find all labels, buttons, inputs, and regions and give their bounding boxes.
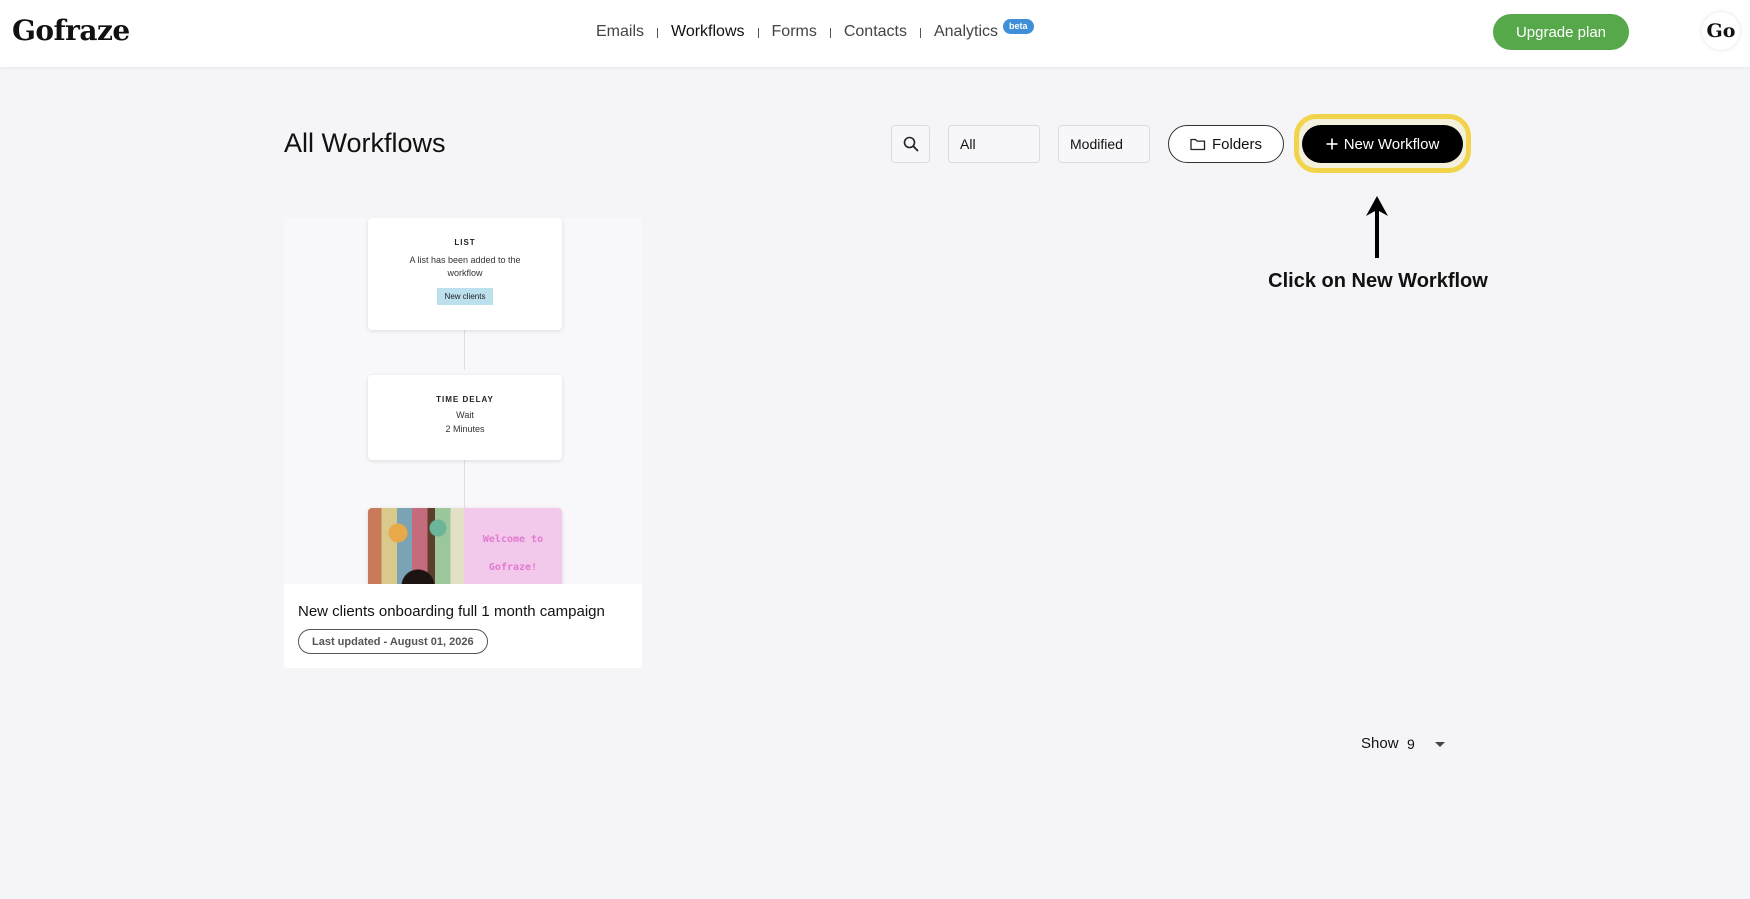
search-icon: [903, 136, 918, 152]
beta-badge: beta: [1003, 19, 1034, 34]
per-page-select[interactable]: 9: [1401, 731, 1447, 757]
nav-separator: [657, 28, 659, 38]
node-delay-line1: Wait: [456, 410, 474, 420]
annotation-text: Click on New Workflow: [1268, 270, 1488, 292]
page-title: All Workflows: [284, 128, 446, 158]
filter-select[interactable]: All: [948, 125, 1040, 163]
nav-separator: [757, 28, 759, 38]
nav-emails[interactable]: Emails: [596, 23, 644, 41]
nav-separator: [919, 28, 921, 38]
plus-icon: [1326, 138, 1338, 150]
node-delay-heading: TIME DELAY: [436, 395, 494, 404]
node-list-heading: LIST: [454, 238, 476, 247]
workflow-preview: LIST A list has been added to the workfl…: [284, 218, 642, 584]
main-nav: Emails Workflows Forms Contacts Analytic…: [596, 19, 1034, 44]
email-welcome-line1: Welcome to: [482, 534, 544, 545]
new-workflow-button[interactable]: New Workflow: [1302, 125, 1463, 163]
logo[interactable]: Gofraze: [12, 14, 130, 47]
email-welcome: Welcome to Gofraze!: [464, 508, 562, 584]
nav-contacts[interactable]: Contacts: [844, 23, 907, 41]
connector-line: [464, 330, 465, 370]
show-label: Show: [1361, 735, 1399, 752]
sort-select-value: Modified: [1070, 136, 1123, 152]
workflow-card[interactable]: LIST A list has been added to the workfl…: [284, 218, 642, 668]
node-list-tag: New clients: [436, 288, 494, 305]
nav-separator: [829, 28, 831, 38]
upgrade-plan-button[interactable]: Upgrade plan: [1493, 14, 1629, 50]
top-bar: Gofraze Emails Workflows Forms Contacts …: [0, 0, 1750, 67]
folder-icon: [1190, 138, 1206, 151]
connector-line: [464, 460, 465, 510]
filter-select-value: All: [960, 136, 976, 152]
nav-forms[interactable]: Forms: [772, 23, 817, 41]
arrow-up-icon: [1366, 196, 1388, 258]
per-page-value: 9: [1407, 736, 1415, 752]
workflow-title[interactable]: New clients onboarding full 1 month camp…: [298, 603, 605, 620]
nav-analytics[interactable]: Analytics beta: [933, 19, 1034, 41]
node-list: LIST A list has been added to the workfl…: [368, 218, 562, 330]
node-delay-line2: 2 Minutes: [445, 424, 485, 434]
nav-workflows[interactable]: Workflows: [671, 23, 745, 41]
search-button[interactable]: [891, 125, 930, 163]
avatar[interactable]: Go: [1702, 12, 1740, 50]
email-photo: [368, 508, 464, 584]
folders-button-label: Folders: [1211, 135, 1263, 153]
node-email: Welcome to Gofraze!: [368, 508, 562, 584]
node-list-text: A list has been added to the workflow: [409, 255, 521, 278]
node-time-delay: TIME DELAY Wait 2 Minutes: [368, 375, 562, 460]
sort-select[interactable]: Modified: [1058, 125, 1150, 163]
email-welcome-line2: Gofraze!: [488, 562, 538, 573]
nav-analytics-label: Analytics: [933, 23, 999, 40]
new-workflow-button-label: New Workflow: [1343, 135, 1440, 153]
last-updated-badge: Last updated - August 01, 2026: [298, 629, 488, 654]
folders-button[interactable]: Folders: [1168, 125, 1284, 163]
caret-down-icon: [1435, 741, 1445, 747]
